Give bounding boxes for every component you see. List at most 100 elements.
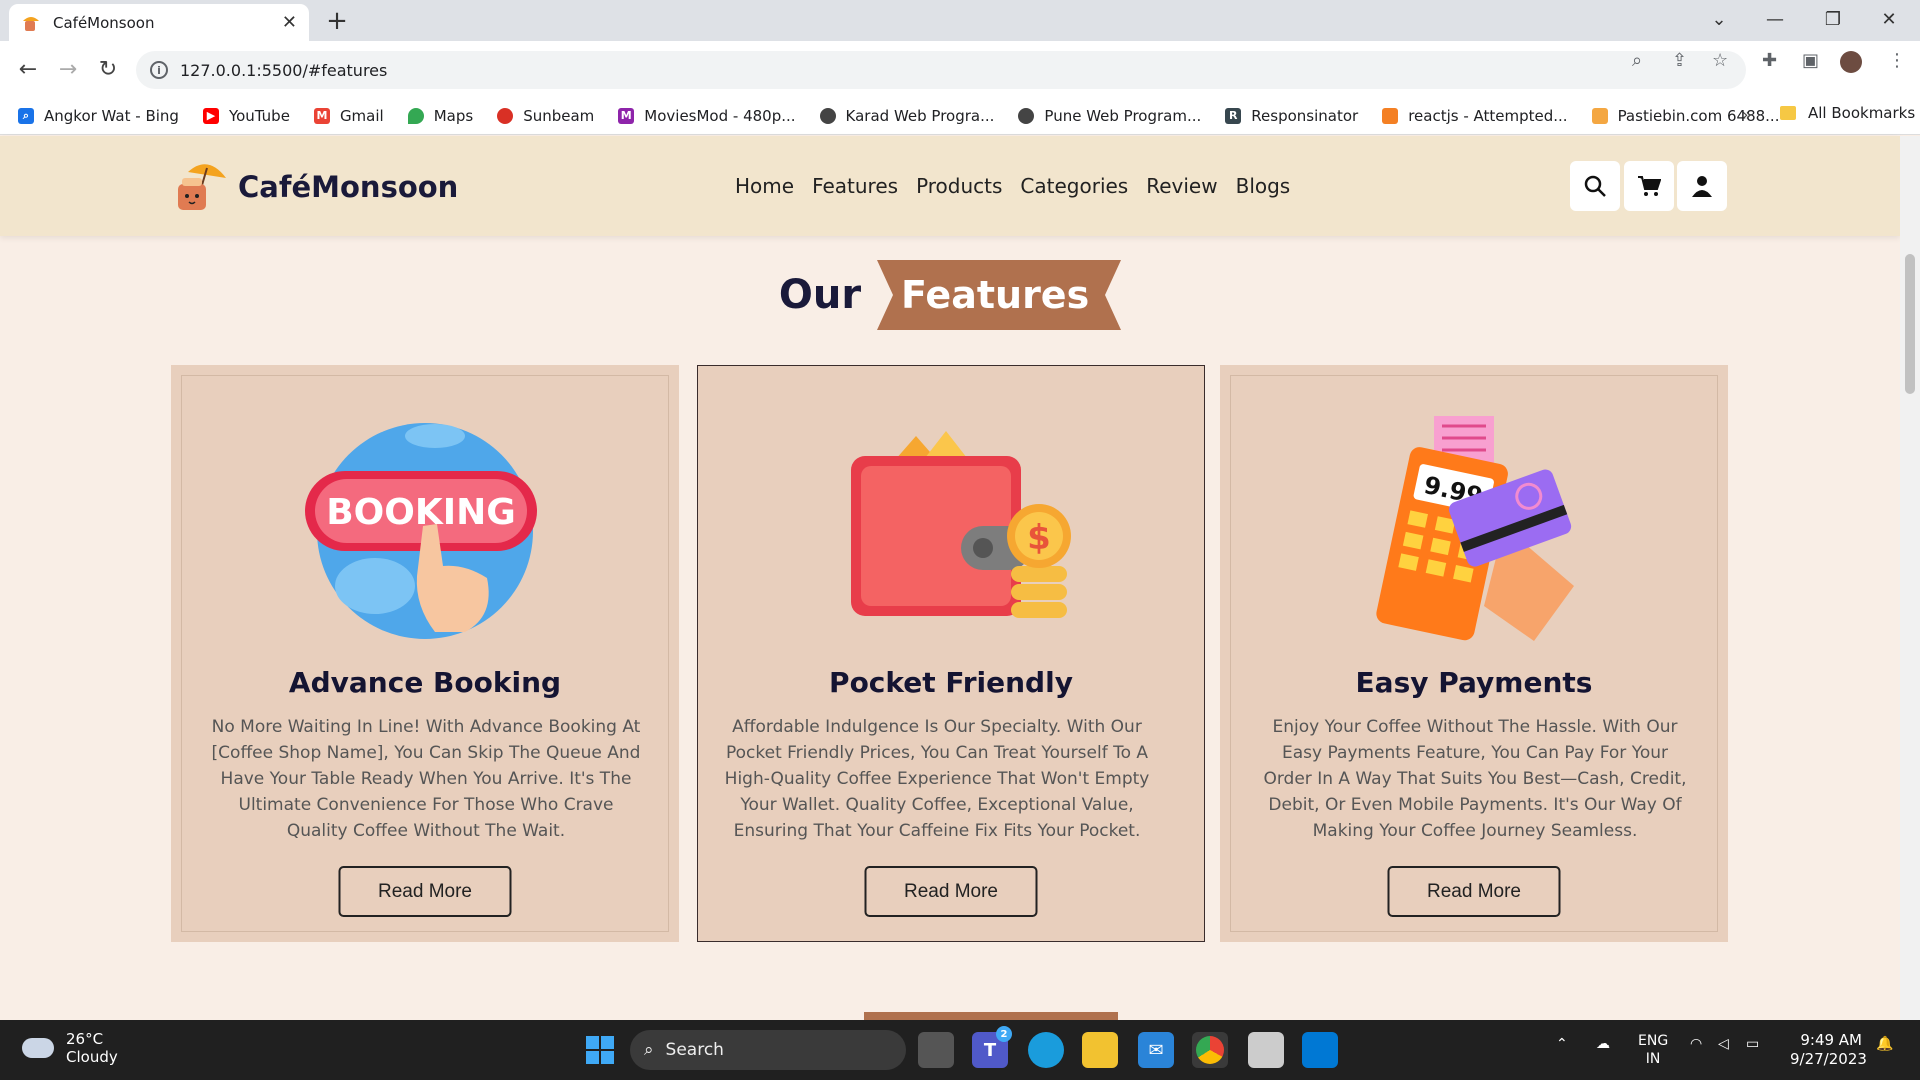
forward-arrow-icon[interactable]: →	[50, 51, 86, 87]
globe-icon	[1018, 107, 1035, 124]
weather-widget[interactable]: 26°C Cloudy	[22, 1030, 118, 1066]
tab-title: CaféMonsoon	[53, 13, 155, 32]
site-header: CaféMonsoon Home Features Products Categ…	[0, 136, 1900, 236]
bookmark-item[interactable]: reactjs - Attempted...	[1382, 107, 1568, 125]
clock[interactable]: 9:49 AM 9/27/2023	[1790, 1031, 1867, 1069]
bookmark-item[interactable]: Karad Web Progra...	[819, 107, 994, 125]
bookmark-item[interactable]: M Gmail	[313, 107, 384, 125]
volume-icon[interactable]: ◁	[1718, 1036, 1729, 1052]
payment-terminal-illustration-icon: 9.99	[1376, 416, 1574, 641]
taskbar-search[interactable]: ⌕ Search	[630, 1030, 906, 1070]
notification-bell-icon[interactable]: 🔔	[1876, 1036, 1893, 1052]
teams-icon[interactable]: T2	[972, 1026, 1012, 1068]
read-more-button[interactable]: Read More	[864, 866, 1038, 917]
site-info-icon[interactable]: i	[150, 61, 168, 79]
minimize-icon[interactable]: —	[1752, 4, 1798, 34]
restore-icon[interactable]: ❐	[1810, 4, 1856, 34]
youtube-icon: ▶	[202, 107, 219, 124]
search-icon: ⌕	[644, 1040, 654, 1060]
feature-card-booking: BOOKING Advance Booking No More Waiting …	[171, 365, 679, 942]
menu-kebab-icon[interactable]: ⋮	[1888, 50, 1906, 71]
read-more-button[interactable]: Read More	[338, 866, 512, 917]
share-icon[interactable]: ⇪	[1672, 50, 1687, 71]
maps-pin-icon	[407, 107, 424, 124]
bookmark-star-icon[interactable]: ☆	[1712, 50, 1728, 71]
coffee-cup-umbrella-icon	[178, 164, 226, 210]
gmail-icon: M	[313, 107, 330, 124]
bookmark-item[interactable]: ▶ YouTube	[202, 107, 290, 125]
sunbeam-icon	[497, 107, 514, 124]
nav-blogs[interactable]: Blogs	[1236, 174, 1291, 198]
stackoverflow-icon	[1382, 107, 1399, 124]
nav-home[interactable]: Home	[735, 174, 794, 198]
back-arrow-icon[interactable]: ←	[10, 51, 46, 87]
wallet-illustration-icon: $	[851, 431, 1071, 618]
nav-features[interactable]: Features	[812, 174, 898, 198]
logo-text: CaféMonsoon	[238, 170, 459, 204]
vscode-icon[interactable]	[1302, 1032, 1338, 1068]
cafe-favicon-icon	[23, 16, 39, 31]
teams-badge: 2	[996, 1026, 1012, 1042]
bookmark-item[interactable]: Sunbeam	[497, 107, 594, 125]
zoom-icon[interactable]: ⌕	[1632, 50, 1642, 71]
nav-categories[interactable]: Categories	[1020, 174, 1128, 198]
new-tab-button[interactable]: +	[318, 6, 356, 36]
address-bar[interactable]: i 127.0.0.1:5500/#features	[136, 51, 1746, 89]
feature-card-pocket-friendly: $ Pocket Friendly Affordable Indulgence …	[697, 365, 1205, 942]
account-button[interactable]	[1677, 161, 1727, 211]
search-icon	[1584, 175, 1606, 197]
chrome-icon[interactable]	[1192, 1032, 1228, 1068]
page-scrollbar[interactable]	[1900, 136, 1920, 1020]
onedrive-icon[interactable]: ☁	[1596, 1036, 1610, 1052]
mail-icon[interactable]: ✉	[1138, 1032, 1174, 1068]
edge-icon[interactable]	[1028, 1032, 1064, 1068]
bookmark-item[interactable]: Pune Web Program...	[1018, 107, 1201, 125]
booking-text: BOOKING	[326, 492, 516, 533]
nav-review[interactable]: Review	[1146, 174, 1217, 198]
bing-search-icon: ⌕	[18, 107, 34, 124]
input-language[interactable]: ENG IN	[1638, 1032, 1668, 1068]
scrollbar-thumb[interactable]	[1905, 254, 1915, 394]
windows-start-icon[interactable]	[582, 1032, 618, 1068]
section-title: Our Features	[0, 260, 1900, 330]
nav-products[interactable]: Products	[916, 174, 1002, 198]
tab-close-icon[interactable]: ✕	[282, 12, 297, 33]
search-button[interactable]	[1570, 161, 1620, 211]
moviesmod-icon: M	[618, 107, 635, 124]
reload-icon[interactable]: ↻	[90, 51, 126, 87]
tab-cafemonsoon[interactable]: CaféMonsoon ✕	[9, 4, 309, 41]
close-window-icon[interactable]: ✕	[1866, 4, 1912, 34]
cart-icon	[1638, 176, 1661, 196]
bookmarks-overflow-icon[interactable]: »	[1742, 105, 1752, 124]
snipping-tool-icon[interactable]	[1248, 1032, 1284, 1068]
feature-card-easy-payments: 9.99 Easy Payments Enjoy Your Coffee Wit…	[1220, 365, 1728, 942]
task-view-icon[interactable]	[918, 1032, 954, 1068]
folder-icon	[1780, 106, 1796, 120]
bookmark-item[interactable]: R Responsinator	[1225, 107, 1358, 125]
profile-avatar[interactable]	[1840, 51, 1862, 73]
battery-icon[interactable]: ▭	[1746, 1036, 1759, 1052]
bookmark-item[interactable]: ⌕ Angkor Wat - Bing	[18, 107, 179, 125]
site-logo[interactable]: CaféMonsoon	[170, 158, 458, 216]
card-title: Easy Payments	[1355, 666, 1593, 699]
read-more-button[interactable]: Read More	[1387, 866, 1561, 917]
bookmark-item[interactable]: Maps	[407, 107, 473, 125]
main-navigation: Home Features Products Categories Review…	[735, 174, 1290, 198]
wifi-icon[interactable]: ◠	[1690, 1036, 1702, 1052]
file-explorer-icon[interactable]	[1082, 1032, 1118, 1068]
windows-taskbar: 26°C Cloudy ⌕ Search T2 ✉ ⌃ ☁ ENG IN ◠ ◁…	[0, 1020, 1920, 1080]
bookmark-item[interactable]: M MoviesMod - 480p...	[618, 107, 796, 125]
all-bookmarks-button[interactable]: All Bookmarks	[1780, 104, 1915, 122]
tray-chevron-icon[interactable]: ⌃	[1556, 1036, 1568, 1052]
extensions-icon[interactable]: ✚	[1762, 50, 1777, 71]
card-text: Affordable Indulgence Is Our Specialty. …	[724, 717, 1150, 841]
tab-search-chevron-icon[interactable]: ⌄	[1696, 4, 1742, 34]
temperature: 26°C	[66, 1030, 104, 1048]
booking-illustration-icon: BOOKING	[305, 423, 537, 639]
cart-button[interactable]	[1624, 161, 1674, 211]
pastebin-icon	[1591, 107, 1608, 124]
side-panel-icon[interactable]: ▣	[1802, 50, 1819, 71]
section-title-plain: Our	[778, 272, 862, 318]
user-icon	[1692, 176, 1712, 197]
weather-condition: Cloudy	[66, 1048, 118, 1066]
